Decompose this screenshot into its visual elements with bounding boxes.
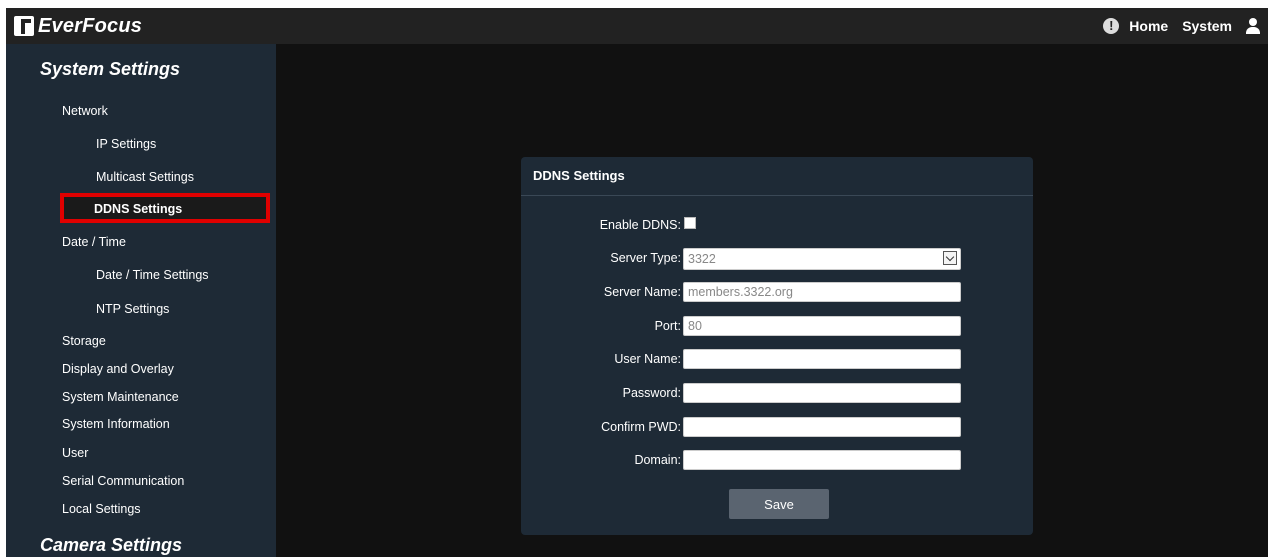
server-type-row: Server Type: 3322	[521, 248, 1033, 270]
domain-label: Domain:	[634, 453, 681, 467]
sidebar-item-ddns-settings[interactable]: DDNS Settings	[94, 202, 266, 216]
confirm-pwd-row: Confirm PWD:	[521, 417, 1033, 439]
sidebar-item-date-time-settings[interactable]: Date / Time Settings	[96, 268, 209, 282]
domain-row: Domain:	[521, 450, 1033, 472]
server-type-value: 3322	[688, 252, 716, 266]
app-frame: EverFocus ! Home System System Settings …	[6, 8, 1268, 557]
sidebar-item-local-settings[interactable]: Local Settings	[62, 502, 141, 516]
sidebar-item-date-time[interactable]: Date / Time	[62, 235, 126, 249]
port-label: Port:	[654, 319, 681, 333]
sidebar-item-multicast-settings[interactable]: Multicast Settings	[96, 170, 194, 184]
alert-icon[interactable]: !	[1103, 18, 1120, 34]
sidebar-item-ip-settings[interactable]: IP Settings	[96, 137, 156, 151]
sidebar-selected-highlight: DDNS Settings	[60, 193, 270, 223]
sidebar-item-system-maintenance[interactable]: System Maintenance	[62, 390, 179, 404]
user-icon[interactable]	[1246, 18, 1260, 34]
enable-ddns-row: Enable DDNS:	[521, 215, 1033, 237]
confirm-pwd-input[interactable]	[683, 417, 961, 437]
server-type-select[interactable]: 3322	[683, 248, 961, 270]
sidebar: System Settings Network IP Settings Mult…	[6, 44, 276, 557]
password-label: Password:	[622, 386, 681, 400]
chevron-down-icon[interactable]	[943, 251, 957, 265]
panel-title: DDNS Settings	[521, 157, 1033, 196]
port-row: Port:	[521, 316, 1033, 338]
user-icon-head	[1249, 18, 1257, 26]
save-button[interactable]: Save	[729, 489, 829, 519]
section-title-system-settings[interactable]: System Settings	[40, 59, 180, 80]
sidebar-item-ntp-settings[interactable]: NTP Settings	[96, 302, 169, 316]
nav-home-link[interactable]: Home	[1129, 18, 1168, 34]
nav-system-link[interactable]: System	[1182, 18, 1232, 34]
top-header: EverFocus ! Home System	[6, 8, 1268, 44]
sidebar-item-network[interactable]: Network	[62, 104, 108, 118]
user-name-label: User Name:	[614, 352, 681, 366]
sidebar-item-serial-communication[interactable]: Serial Communication	[62, 474, 184, 488]
server-name-row: Server Name:	[521, 282, 1033, 304]
enable-ddns-checkbox[interactable]	[684, 217, 696, 229]
password-input[interactable]	[683, 383, 961, 403]
server-name-label: Server Name:	[603, 285, 681, 299]
ddns-settings-panel: DDNS Settings Enable DDNS: Server Type: …	[521, 157, 1033, 535]
sidebar-item-storage[interactable]: Storage	[62, 334, 106, 348]
section-title-camera-settings[interactable]: Camera Settings	[40, 535, 182, 556]
everfocus-logo[interactable]: EverFocus	[14, 13, 142, 39]
user-name-input[interactable]	[683, 349, 961, 369]
sidebar-item-system-information[interactable]: System Information	[62, 417, 170, 431]
password-row: Password:	[521, 383, 1033, 405]
sidebar-item-display-and-overlay[interactable]: Display and Overlay	[62, 362, 174, 376]
user-icon-torso	[1246, 27, 1260, 34]
domain-input[interactable]	[683, 450, 961, 470]
logo-mark-icon	[14, 16, 34, 36]
port-input[interactable]	[683, 316, 961, 336]
server-name-input[interactable]	[683, 282, 961, 302]
confirm-pwd-label: Confirm PWD:	[601, 420, 681, 434]
logo-text: EverFocus	[38, 14, 143, 37]
sidebar-item-user[interactable]: User	[62, 446, 88, 460]
header-nav: ! Home System	[1103, 8, 1260, 44]
server-type-label: Server Type:	[610, 251, 681, 265]
enable-ddns-label: Enable DDNS:	[599, 218, 681, 232]
user-name-row: User Name:	[521, 349, 1033, 371]
